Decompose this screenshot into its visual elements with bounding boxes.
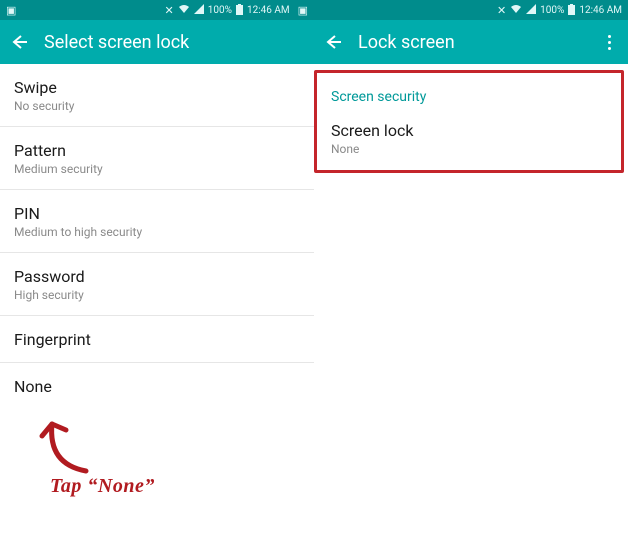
back-button[interactable] bbox=[322, 32, 344, 52]
option-sub: No security bbox=[14, 99, 300, 113]
option-swipe[interactable]: Swipe No security bbox=[0, 64, 314, 127]
status-bar: ▣ ✕ 100% 12:46 AM ▣ bbox=[0, 0, 314, 20]
phone-left: ▣ ✕ 100% 12:46 AM ▣ Select screen lock S… bbox=[0, 0, 314, 533]
image-icon: ▣ bbox=[6, 5, 16, 16]
battery-icon bbox=[236, 4, 243, 17]
screen-lock-item[interactable]: Screen lock None bbox=[317, 115, 621, 170]
option-pattern[interactable]: Pattern Medium security bbox=[0, 127, 314, 190]
signal-icon bbox=[526, 4, 536, 16]
option-none[interactable]: None bbox=[0, 363, 314, 409]
battery-icon bbox=[568, 4, 575, 17]
signal-icon bbox=[194, 4, 204, 16]
option-sub: Medium to high security bbox=[14, 225, 300, 239]
app-bar: Select screen lock bbox=[0, 20, 314, 64]
clock: 12:46 AM bbox=[247, 5, 290, 16]
battery-pct: 100% bbox=[208, 5, 232, 16]
app-bar: Lock screen bbox=[314, 20, 628, 64]
annotation-text: Tap “None” bbox=[50, 475, 155, 498]
highlighted-section: Screen security Screen lock None bbox=[314, 70, 624, 173]
item-label: Screen lock bbox=[331, 121, 607, 140]
lock-options-list: Swipe No security Pattern Medium securit… bbox=[0, 64, 314, 409]
phone-right: ✕ 100% 12:46 AM Lock screen Screen secur… bbox=[314, 0, 628, 533]
back-button[interactable] bbox=[8, 32, 30, 52]
wifi-icon bbox=[510, 4, 522, 16]
image-icon-2: ▣ bbox=[298, 5, 308, 16]
option-label: Swipe bbox=[14, 78, 300, 97]
option-password[interactable]: Password High security bbox=[0, 253, 314, 316]
overflow-menu-button[interactable] bbox=[598, 35, 620, 50]
option-label: Password bbox=[14, 267, 300, 286]
status-bar: ✕ 100% 12:46 AM bbox=[314, 0, 628, 20]
option-sub: Medium security bbox=[14, 162, 300, 176]
option-label: PIN bbox=[14, 204, 300, 223]
section-header: Screen security bbox=[317, 73, 621, 115]
wifi-icon bbox=[178, 4, 190, 16]
vibrate-icon: ✕ bbox=[165, 5, 174, 16]
option-label: Pattern bbox=[14, 141, 300, 160]
option-label: None bbox=[14, 377, 300, 396]
vibrate-icon: ✕ bbox=[497, 5, 506, 16]
option-sub: High security bbox=[14, 288, 300, 302]
option-pin[interactable]: PIN Medium to high security bbox=[0, 190, 314, 253]
item-sub: None bbox=[331, 142, 607, 156]
option-label: Fingerprint bbox=[14, 330, 300, 349]
battery-pct: 100% bbox=[540, 5, 564, 16]
page-title: Select screen lock bbox=[44, 32, 306, 53]
page-title: Lock screen bbox=[358, 32, 584, 53]
option-fingerprint[interactable]: Fingerprint bbox=[0, 316, 314, 363]
clock: 12:46 AM bbox=[579, 5, 622, 16]
